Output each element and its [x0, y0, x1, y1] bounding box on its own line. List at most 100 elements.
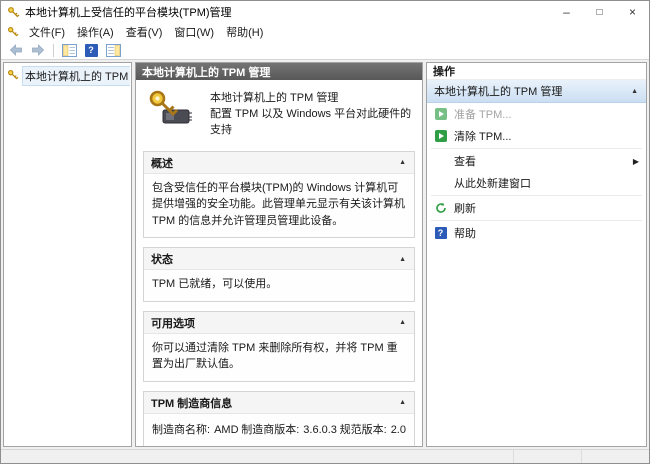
actions-separator [431, 148, 642, 149]
action-label: 清除 TPM... [454, 131, 512, 143]
refresh-icon [434, 202, 447, 215]
action-help[interactable]: ? 帮助 [427, 222, 646, 244]
field-label: 制造商版本: [241, 423, 300, 436]
section-title: TPM 制造商信息 [151, 397, 233, 410]
section-overview: 概述 ▲ 包含受信任的平台模块(TPM)的 Windows 计算机可提供增强的安… [143, 150, 415, 239]
tpm-management-window: 本地计算机上受信任的平台模块(TPM)管理 – □ × 文件(F) 操作(A) … [0, 0, 650, 464]
field-label: 规范版本: [339, 423, 387, 436]
submenu-arrow-icon: ▶ [632, 156, 639, 166]
show-console-tree-button[interactable] [60, 42, 78, 58]
console-tree-pane: 本地计算机上的 TPM 管理 [3, 62, 132, 447]
action-refresh[interactable]: 刷新 [427, 197, 646, 219]
section-status: 状态 ▲ TPM 已就绪，可以使用。 [143, 247, 415, 302]
menu-help[interactable]: 帮助(H) [220, 22, 269, 42]
section-title: 概述 [151, 157, 173, 170]
menu-bar: 文件(F) 操作(A) 查看(V) 窗口(W) 帮助(H) [1, 23, 649, 41]
field-value: 2.0 [390, 423, 406, 436]
action-label: 帮助 [454, 228, 476, 240]
back-arrow-icon [9, 44, 22, 56]
intro-text: 本地计算机上的 TPM 管理 配置 TPM 以及 Windows 平台对此硬件的… [210, 89, 412, 139]
section-options-header: 可用选项 ▲ [144, 311, 414, 334]
spec-version-field: 规范版本: 2.0 [340, 421, 406, 437]
manufacturer-name-field: 制造商名称: AMD [152, 421, 239, 437]
title-bar: 本地计算机上受信任的平台模块(TPM)管理 – □ × [1, 1, 649, 23]
menu-file[interactable]: 文件(F) [23, 22, 71, 42]
actions-separator [431, 220, 642, 221]
action-clear-tpm[interactable]: 清除 TPM... [427, 125, 646, 147]
tpm-key-icon [7, 6, 20, 19]
forward-arrow-icon [32, 44, 45, 56]
action-prepare-tpm[interactable]: 准备 TPM... [427, 103, 646, 125]
status-bar [1, 449, 649, 463]
section-available-options: 可用选项 ▲ 你可以通过清除 TPM 来删除所有权，并将 TPM 重置为出厂默认… [143, 310, 415, 382]
window-title: 本地计算机上受信任的平台模块(TPM)管理 [25, 7, 232, 19]
manufacturer-fields: 制造商名称: AMD 制造商版本: 3.6.0.3 规范版本: 2.0 [144, 414, 414, 446]
help-icon: ? [434, 227, 447, 240]
console-tree-icon [61, 43, 77, 57]
main-area: 本地计算机上的 TPM 管理 本地计算机上的 TPM 管理 [1, 60, 649, 449]
action-label: 准备 TPM... [454, 109, 512, 121]
action-view[interactable]: 查看 ▶ [427, 150, 646, 172]
field-label: 制造商名称: [152, 423, 211, 436]
tpm-key-icon[interactable] [7, 26, 19, 38]
field-value: 3.6.0.3 [303, 423, 337, 436]
sidebar-item-tpm-management[interactable]: 本地计算机上的 TPM 管理 [5, 65, 130, 87]
collapse-icon: ▲ [631, 87, 638, 95]
status-pane [581, 450, 649, 463]
toolbar: ? [1, 41, 649, 60]
section-body: 包含受信任的平台模块(TPM)的 Windows 计算机可提供增强的安全功能。此… [152, 181, 405, 227]
actions-group-header[interactable]: 本地计算机上的 TPM 管理 ▲ [427, 80, 646, 103]
section-body: TPM 已就绪，可以使用。 [152, 278, 278, 291]
collapse-icon[interactable]: ▲ [398, 319, 407, 326]
actions-separator [431, 195, 642, 196]
tpm-key-icon [7, 69, 19, 84]
action-label: 查看 [454, 156, 476, 168]
collapse-icon[interactable]: ▲ [398, 256, 407, 263]
toolbar-help-button[interactable]: ? [82, 42, 100, 58]
section-title: 可用选项 [151, 317, 195, 330]
section-manufacturer-info: TPM 制造商信息 ▲ 制造商名称: AMD 制造商版本: 3.6.0.3 规范版本… [143, 390, 415, 446]
toolbar-separator [53, 43, 54, 57]
section-body: 你可以通过清除 TPM 来删除所有权，并将 TPM 重置为出厂默认值。 [152, 341, 398, 371]
actions-group-label: 本地计算机上的 TPM 管理 [434, 86, 563, 98]
icon-spacer [434, 177, 447, 190]
show-action-pane-button[interactable] [104, 42, 122, 58]
tpm-module-icon [148, 89, 194, 130]
section-status-header: 状态 ▲ [144, 248, 414, 271]
section-title: 状态 [151, 254, 173, 267]
action-label: 刷新 [454, 203, 476, 215]
action-new-window-from-here[interactable]: 从此处新建窗口 [427, 172, 646, 194]
maximize-button[interactable]: □ [583, 1, 616, 23]
section-overview-header: 概述 ▲ [144, 151, 414, 174]
collapse-icon[interactable]: ▲ [398, 159, 407, 166]
status-pane [513, 450, 581, 463]
manufacturer-version-field: 制造商版本: 3.6.0.3 [241, 421, 337, 437]
menu-view[interactable]: 查看(V) [120, 22, 169, 42]
sidebar-item-label: 本地计算机上的 TPM 管理 [22, 66, 130, 86]
minimize-button[interactable]: – [550, 1, 583, 23]
green-action-arrow-icon [434, 130, 447, 143]
intro-block: 本地计算机上的 TPM 管理 配置 TPM 以及 Windows 平台对此硬件的… [136, 80, 422, 149]
close-button[interactable]: × [616, 1, 649, 23]
forward-button[interactable] [29, 42, 47, 58]
help-icon: ? [84, 43, 98, 57]
actions-pane: 操作 本地计算机上的 TPM 管理 ▲ 准备 TPM... 清除 TPM... [426, 62, 647, 447]
intro-subtitle: 配置 TPM 以及 Windows 平台对此硬件的支持 [210, 107, 412, 136]
icon-spacer [434, 155, 447, 168]
collapse-icon[interactable]: ▲ [398, 399, 407, 406]
intro-title: 本地计算机上的 TPM 管理 [210, 92, 339, 104]
content-sections: 概述 ▲ 包含受信任的平台模块(TPM)的 Windows 计算机可提供增强的安… [136, 149, 422, 446]
actions-pane-title: 操作 [427, 63, 646, 80]
window-controls: – □ × [550, 1, 649, 23]
back-button[interactable] [7, 42, 25, 58]
action-label: 从此处新建窗口 [454, 178, 531, 190]
content-header-title: 本地计算机上的 TPM 管理 [142, 66, 271, 79]
field-value: AMD [214, 423, 239, 436]
content-header: 本地计算机上的 TPM 管理 [136, 63, 422, 80]
action-pane-icon [105, 43, 121, 57]
menu-window[interactable]: 窗口(W) [168, 22, 220, 42]
green-action-arrow-icon [434, 108, 447, 121]
section-manufacturer-header: TPM 制造商信息 ▲ [144, 391, 414, 414]
content-pane: 本地计算机上的 TPM 管理 本地计算机上的 TPM 管理 配置 TPM 以及 … [135, 62, 423, 447]
menu-action[interactable]: 操作(A) [71, 22, 120, 42]
